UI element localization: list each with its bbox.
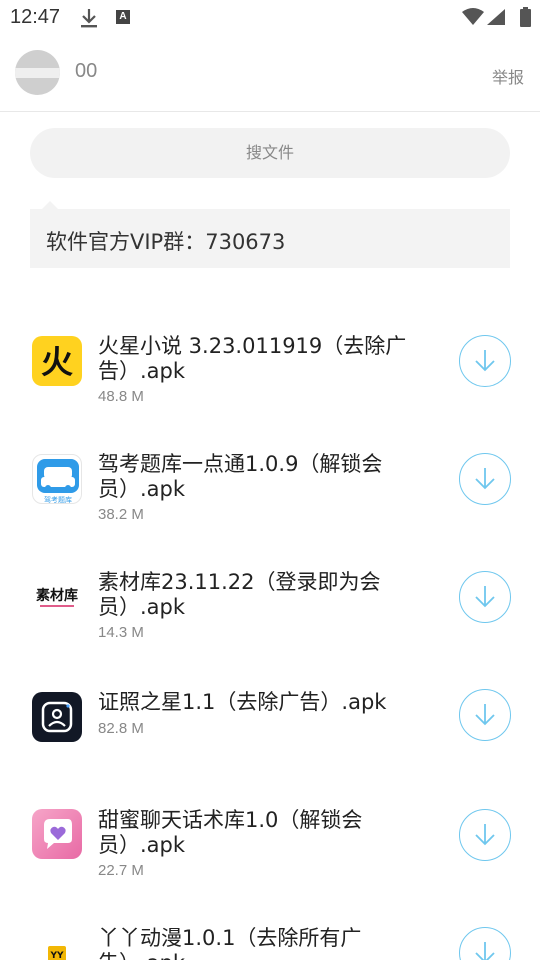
list-item[interactable]: 驾考题库 驾考题库一点通1.0.9（解锁会员）.apk 38.2 M bbox=[0, 438, 540, 556]
download-button[interactable] bbox=[459, 809, 511, 861]
yaya-icon-glyph: YY bbox=[49, 951, 64, 960]
file-size: 38.2 M bbox=[98, 506, 144, 523]
file-size: 14.3 M bbox=[98, 624, 144, 641]
file-name: 甜蜜聊天话术库1.0（解锁会员）.apk bbox=[98, 808, 363, 857]
file-name: 火星小说 3.23.011919（去除广告）.apk bbox=[98, 334, 407, 383]
jiakao-app-icon: 驾考题库 bbox=[32, 454, 82, 504]
jiakao-icon-caption: 驾考题库 bbox=[44, 495, 72, 504]
download-arrow-icon bbox=[475, 586, 495, 608]
file-size: 82.8 M bbox=[98, 720, 144, 737]
list-item[interactable]: 火 火星小说 3.23.011919（去除广告）.apk 48.8 M bbox=[0, 320, 540, 438]
notice-pointer bbox=[42, 201, 58, 209]
file-name: 素材库23.11.22（登录即为会员）.apk bbox=[98, 570, 381, 619]
avatar[interactable] bbox=[15, 50, 60, 95]
list-item[interactable]: 素材库 素材库23.11.22（登录即为会员）.apk 14.3 M bbox=[0, 556, 540, 674]
download-button[interactable] bbox=[459, 927, 511, 960]
download-arrow-icon bbox=[475, 942, 495, 960]
file-size: 22.7 M bbox=[98, 862, 144, 879]
yaya-app-icon: YY bbox=[32, 942, 82, 960]
file-size: 48.8 M bbox=[98, 388, 144, 405]
battery-icon bbox=[520, 7, 531, 31]
download-button[interactable] bbox=[459, 335, 511, 387]
list-item[interactable]: YY 丫丫动漫1.0.1（去除所有广告）.apk bbox=[0, 910, 540, 960]
download-arrow-icon bbox=[475, 704, 495, 726]
download-arrow-icon bbox=[475, 350, 495, 372]
status-time: 12:47 bbox=[10, 6, 61, 28]
file-name: 证照之星1.1（去除广告）.apk bbox=[98, 690, 387, 714]
tianmi-app-icon bbox=[32, 809, 82, 859]
list-item[interactable]: 甜蜜聊天话术库1.0（解锁会员）.apk 22.7 M bbox=[0, 792, 540, 910]
notice-text: 软件官方VIP群：730673 bbox=[46, 230, 286, 254]
wifi-icon bbox=[462, 8, 484, 30]
zhengzhao-app-icon bbox=[32, 692, 82, 742]
sucaiku-app-icon: 素材库 bbox=[32, 572, 82, 622]
huoxing-icon-glyph: 火 bbox=[41, 343, 73, 381]
sucaiku-icon-wordmark: 素材库 bbox=[36, 587, 78, 604]
uploader-name: 00 bbox=[75, 60, 98, 82]
report-button[interactable]: 举报 bbox=[492, 64, 524, 88]
huoxing-app-icon: 火 bbox=[32, 336, 82, 386]
search-input[interactable]: 搜文件 bbox=[30, 128, 510, 178]
download-arrow-icon bbox=[475, 824, 495, 846]
download-button[interactable] bbox=[459, 571, 511, 623]
file-name: 丫丫动漫1.0.1（去除所有广告）.apk bbox=[98, 926, 362, 960]
notice-banner: 软件官方VIP群：730673 bbox=[30, 209, 510, 268]
download-notification-icon bbox=[80, 8, 98, 32]
uploader-header: 00 举报 bbox=[0, 36, 540, 112]
file-name: 驾考题库一点通1.0.9（解锁会员）.apk bbox=[98, 452, 383, 501]
download-button[interactable] bbox=[459, 453, 511, 505]
download-arrow-icon bbox=[475, 468, 495, 490]
download-button[interactable] bbox=[459, 689, 511, 741]
signal-icon bbox=[486, 8, 506, 30]
list-item[interactable]: 证照之星1.1（去除广告）.apk 82.8 M bbox=[0, 674, 540, 792]
a-badge-icon: A bbox=[116, 10, 130, 24]
status-bar: 12:47 A bbox=[0, 0, 540, 36]
